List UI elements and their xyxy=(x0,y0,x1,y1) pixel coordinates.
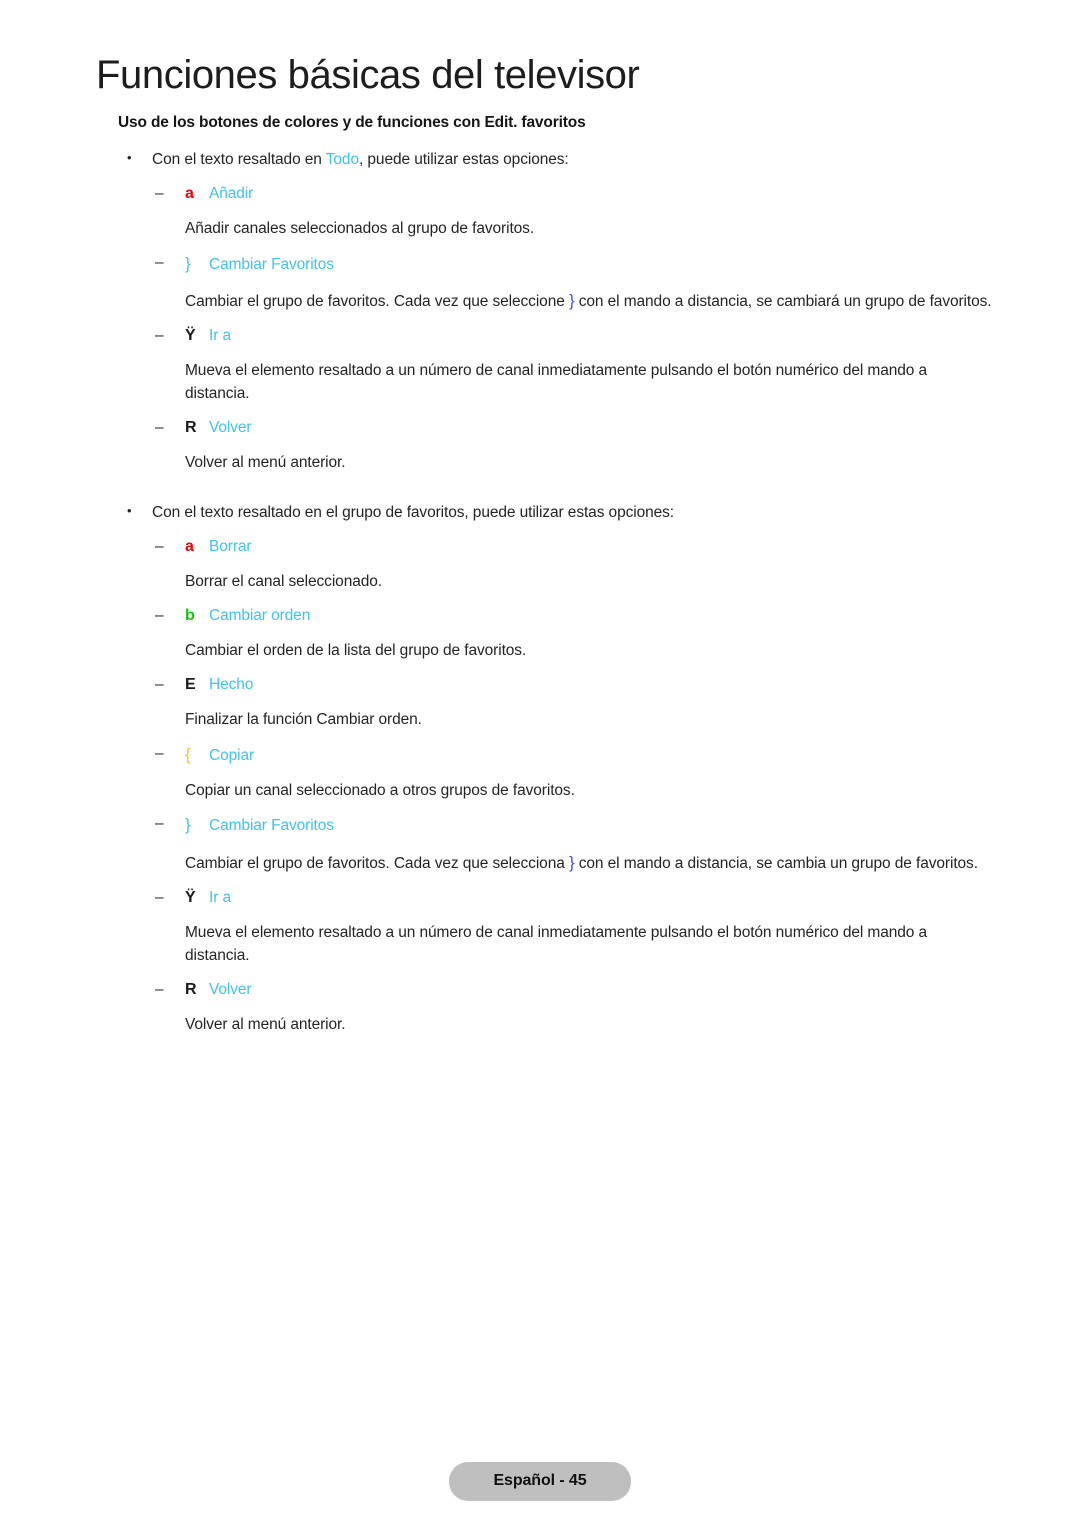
option-item: – Ÿ Ir a xyxy=(155,886,1080,910)
remote-button-icon: R xyxy=(185,980,197,998)
option-item: – E Hecho xyxy=(155,673,1080,697)
bullet-text-highlight: Todo xyxy=(325,151,359,168)
option-label: Copiar xyxy=(209,747,255,765)
bullet-text-suffix: , puede utilizar estas opciones: xyxy=(358,151,569,168)
bullet-dot-icon: • xyxy=(127,503,132,519)
option-description: Cambiar el grupo de favoritos. Cada vez … xyxy=(185,288,995,314)
remote-button-icon: } xyxy=(185,253,191,273)
description-text: con el mando a distancia, se cambia un g… xyxy=(574,854,978,872)
option-item: –} Cambiar Favoritos xyxy=(155,812,1080,838)
option-description: Cambiar el orden de la lista del grupo d… xyxy=(185,640,995,663)
option-description: Cambiar el grupo de favoritos. Cada vez … xyxy=(185,850,995,876)
option-label: Volver xyxy=(209,980,252,998)
option-item: – Ÿ Ir a xyxy=(155,324,1080,348)
option-description: Volver al menú anterior. xyxy=(185,1014,995,1037)
option-label: Añadir xyxy=(209,185,254,203)
content-body: Uso de los botones de colores y de funci… xyxy=(0,114,1080,1037)
dash-marker-icon: – xyxy=(155,745,164,763)
option-label: Volver xyxy=(209,419,252,437)
option-description: Añadir canales seleccionados al grupo de… xyxy=(185,218,995,241)
dash-marker-icon: – xyxy=(155,815,164,833)
remote-button-icon: Ÿ xyxy=(185,327,196,345)
dash-marker-icon: – xyxy=(155,327,164,345)
option-label: Borrar xyxy=(209,538,252,556)
dash-marker-icon: – xyxy=(155,888,164,906)
dash-marker-icon: – xyxy=(155,676,164,694)
dash-marker-icon: – xyxy=(155,607,164,625)
remote-button-icon: R xyxy=(185,419,197,437)
option-label: Cambiar orden xyxy=(209,607,311,625)
bullet-line: • Con el texto resaltado en el grupo de f… xyxy=(127,501,1080,525)
remote-button-icon: } xyxy=(185,815,191,835)
option-description: Volver al menú anterior. xyxy=(185,452,995,475)
option-label: Hecho xyxy=(209,676,254,694)
option-item: – { Copiar xyxy=(155,742,1080,768)
section-subheading: Uso de los botones de colores y de funci… xyxy=(118,114,586,131)
description-text: Finalizar la función Cambiar orden. xyxy=(185,711,422,729)
page-title: Funciones básicas del televisor xyxy=(96,53,640,97)
option-label: Cambiar Favoritos xyxy=(209,255,334,273)
remote-button-icon: b xyxy=(185,607,195,625)
dash-marker-icon: – xyxy=(155,419,164,437)
remote-button-icon: { xyxy=(185,745,191,765)
option-item: – b Cambiar orden xyxy=(155,604,1080,628)
bullet-line: • Con el texto resaltado en Todo, puede u… xyxy=(127,148,1080,172)
bullet-dot-icon: • xyxy=(127,150,132,165)
option-description: Mueva el elemento resaltado a un número … xyxy=(185,360,995,406)
description-text: Cambiar el grupo de favoritos. Cada vez … xyxy=(185,854,569,872)
option-item: – a Añadir xyxy=(155,182,1080,206)
description-text: Cambiar el orden de la lista del grupo d… xyxy=(185,642,527,660)
dash-marker-icon: – xyxy=(155,980,164,998)
description-text: Mueva el elemento resaltado a un número … xyxy=(185,362,928,403)
page-footer: Español - 45 xyxy=(0,1462,1080,1501)
description-text: con el mando a distancia, se cambiará un… xyxy=(574,293,992,311)
option-description: Mueva el elemento resaltado a un número … xyxy=(185,922,995,968)
description-text: Añadir canales seleccionados al grupo de… xyxy=(185,220,535,238)
remote-button-icon: a xyxy=(185,185,194,203)
document-page: Funciones básicas del televisor Uso de l… xyxy=(0,0,1080,1534)
dash-marker-icon: – xyxy=(155,185,164,203)
option-label: Ir a xyxy=(209,327,231,345)
option-item: –} Cambiar Favoritos xyxy=(155,251,1080,277)
description-text: Copiar un canal seleccionado a otros gru… xyxy=(185,781,575,799)
option-item: – a Borrar xyxy=(155,535,1080,559)
option-item: – R Volver xyxy=(155,416,1080,440)
dash-marker-icon: – xyxy=(155,253,164,271)
option-description: Borrar el canal seleccionado. xyxy=(185,571,995,594)
remote-button-icon: E xyxy=(185,676,196,694)
option-label: Cambiar Favoritos xyxy=(209,817,334,835)
option-item: – R Volver xyxy=(155,978,1080,1002)
option-description: Copiar un canal seleccionado a otros gru… xyxy=(185,780,995,803)
remote-button-icon: a xyxy=(185,538,194,556)
bullet-text-prefix: Con el texto resaltado en el grupo de fa… xyxy=(152,504,675,522)
page-number-badge: Español - 45 xyxy=(449,1462,631,1501)
option-label: Ir a xyxy=(209,888,231,906)
description-text: Cambiar el grupo de favoritos. Cada vez … xyxy=(185,293,569,311)
remote-button-icon: Ÿ xyxy=(185,888,196,906)
sections-container: • Con el texto resaltado en Todo, puede u… xyxy=(0,148,1080,1037)
option-description: Finalizar la función Cambiar orden. xyxy=(185,709,995,732)
description-text: Volver al menú anterior. xyxy=(185,454,346,472)
description-text: Borrar el canal seleccionado. xyxy=(185,573,382,591)
description-text: Volver al menú anterior. xyxy=(185,1015,346,1033)
dash-marker-icon: – xyxy=(155,538,164,556)
bullet-text-prefix: Con el texto resaltado en xyxy=(152,151,326,168)
description-text: Mueva el elemento resaltado a un número … xyxy=(185,923,928,964)
